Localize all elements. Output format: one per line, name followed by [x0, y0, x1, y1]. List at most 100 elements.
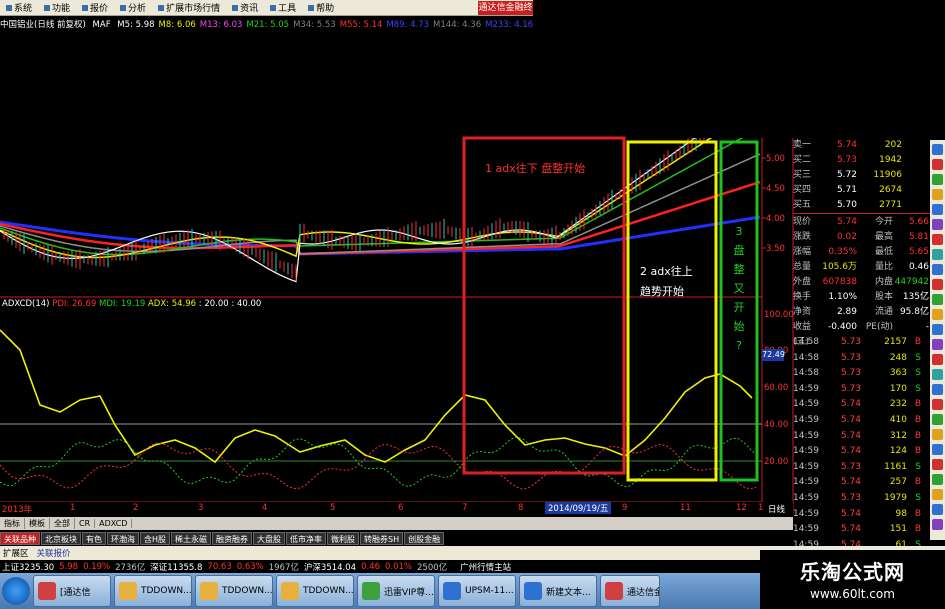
sector-tab[interactable]: 含H股 [140, 531, 171, 545]
trade-row: 14:59 5.73 1161 S [793, 460, 930, 476]
toolbar-icon[interactable] [932, 249, 943, 260]
sector-tab[interactable]: 环渤海 [107, 531, 139, 545]
toolbar-icon[interactable] [932, 189, 943, 200]
toolbar-icon[interactable] [932, 504, 943, 515]
sector-tab[interactable]: 转融券SH [360, 531, 404, 545]
indicator-legend: ADXCD(14) PDI: 26.69 MDI: 19.19 ADX: 54.… [2, 299, 261, 309]
toolbar-icon[interactable] [932, 144, 943, 155]
stat-value-2: - [925, 322, 929, 332]
stat-row: 换手 1.10% 股本 135亿 [793, 290, 930, 305]
watermark: 乐淘公式网 www.60lt.com [760, 550, 945, 609]
trade-volume: 232 [889, 399, 907, 410]
toolbar-icon[interactable] [932, 204, 943, 215]
toolbar-icon[interactable] [932, 294, 943, 305]
toolbar-icon[interactable] [932, 309, 943, 320]
sector-tab[interactable]: 稀土永磁 [171, 531, 212, 545]
trade-time: 14:59 [793, 508, 819, 519]
annotation-3-char: 又 [733, 282, 745, 295]
indicator-name: ADXCD(14) [2, 299, 50, 309]
taskbar-button[interactable]: 通达信金 [600, 575, 660, 607]
toolbar-icon[interactable] [932, 264, 943, 275]
date-axis: 2013年 1 2 3 4 5 6 7 8 9 11 12 1 2014/09/19/五 日线 [0, 502, 793, 515]
indicator-pdi: PDI: 26.69 [52, 299, 97, 309]
period-label: 日线 [768, 505, 786, 515]
toolbar-icon[interactable] [932, 459, 943, 470]
stat-label-2: 内盘 [874, 277, 893, 287]
toolbar-icon[interactable] [932, 354, 943, 365]
date-axis-month: 1 [70, 503, 76, 513]
trade-row: 14:58 5.73 363 S [793, 366, 930, 382]
trade-side: S [915, 461, 921, 472]
stat-value-2: 5.65 [908, 247, 929, 257]
sector-tab[interactable]: 微利股 [327, 531, 360, 545]
taskbar-button[interactable]: UPSM-11... [438, 575, 516, 607]
date-axis-month: 6 [398, 503, 404, 513]
taskbar-button[interactable]: 新建文本... [519, 575, 597, 607]
extension-tab[interactable]: 扩展区 [3, 547, 29, 559]
taskbar-button[interactable]: TDDOWN... [276, 575, 354, 607]
toolbar-icon[interactable] [932, 519, 943, 530]
taskbar-button[interactable]: [通达信 [33, 575, 111, 607]
taskbar-button-label: 迅雷VIP尊... [384, 587, 434, 598]
taskbar-button[interactable]: 迅雷VIP尊... [357, 575, 435, 607]
toolbar-icon[interactable] [932, 234, 943, 245]
stat-value-2: 95.8亿 [899, 307, 929, 317]
sector-tab[interactable]: 有色 [82, 531, 106, 545]
toolbar-icon[interactable] [932, 324, 943, 335]
extension-tab[interactable]: 关联报价 [37, 547, 71, 559]
toolbar-icon[interactable] [932, 444, 943, 455]
date-axis-month: 7 [462, 503, 468, 513]
indicator-tabs: 指标 模板 全部 CR ADXCD [0, 517, 793, 530]
toolbar-icon[interactable] [932, 414, 943, 425]
start-button[interactable] [2, 577, 30, 605]
sector-tab[interactable]: 创股金融 [404, 531, 445, 545]
stat-value-2: 447942 [894, 277, 929, 287]
trade-price: 5.74 [840, 508, 861, 519]
taskbar-button[interactable]: TDDOWN... [195, 575, 273, 607]
indicator-tab[interactable]: 指标 [0, 518, 25, 529]
app-icon [200, 582, 218, 600]
toolbar-icon[interactable] [932, 339, 943, 350]
taskbar-button[interactable]: TDDOWN... [114, 575, 192, 607]
annotation-3-char: 始 [733, 320, 745, 333]
trade-volume: 410 [889, 414, 907, 425]
toolbar-icon[interactable] [932, 159, 943, 170]
quote-volume: 1942 [879, 155, 902, 165]
sector-tab[interactable]: 大盘股 [253, 531, 286, 545]
toolbar-icon[interactable] [932, 429, 943, 440]
toolbar-icon[interactable] [932, 369, 943, 380]
trade-price: 5.74 [840, 446, 861, 457]
trade-side: B [914, 430, 921, 441]
sector-tab[interactable]: 融资融券 [212, 531, 253, 545]
indicator-tab[interactable]: 全部 [50, 518, 75, 529]
toolbar-icon[interactable] [932, 279, 943, 290]
toolbar-icon[interactable] [932, 384, 943, 395]
trade-time: 14:58 [793, 352, 819, 363]
trade-time: 14:59 [793, 524, 819, 535]
toolbar-icon[interactable] [932, 219, 943, 230]
trade-row: 14:58 5.73 2157 B [793, 335, 930, 351]
indicator-adx: ADX: 54.96 [147, 299, 197, 309]
status-item: 2736亿 [115, 563, 146, 573]
trade-side: B [914, 337, 921, 347]
right-toolbar [930, 140, 945, 540]
sector-tab[interactable]: 关联品种 [0, 531, 40, 545]
taskbar-button-label: TDDOWN... [222, 586, 273, 596]
indicator-tab[interactable]: ADXCD [95, 519, 133, 528]
toolbar-icon[interactable] [932, 474, 943, 485]
toolbar-icon[interactable] [932, 489, 943, 500]
trade-time: 14:58 [793, 368, 819, 379]
sector-tabs: 关联品种 北京板块 有色 环渤海 含H股 稀土永磁 融资融券 大盘股 低市净率 微利股 转融券SH 创… [0, 531, 480, 545]
sector-tab[interactable]: 北京板块 [41, 531, 81, 545]
sector-tab[interactable]: 低市净率 [286, 531, 327, 545]
toolbar-icon[interactable] [932, 399, 943, 410]
stat-label-2: 今开 [874, 217, 893, 227]
status-item: 深证11355.8 [150, 563, 203, 573]
status-item: 5.98 [59, 562, 79, 572]
indicator-tab[interactable]: CR [75, 519, 96, 528]
trade-volume: 124 [889, 446, 907, 457]
quote-row: 买二 5.73 1942 [793, 153, 930, 168]
indicator-tab[interactable]: 模板 [25, 518, 50, 529]
indicator-mdi: MDI: 19.19 [98, 299, 146, 309]
toolbar-icon[interactable] [932, 174, 943, 185]
